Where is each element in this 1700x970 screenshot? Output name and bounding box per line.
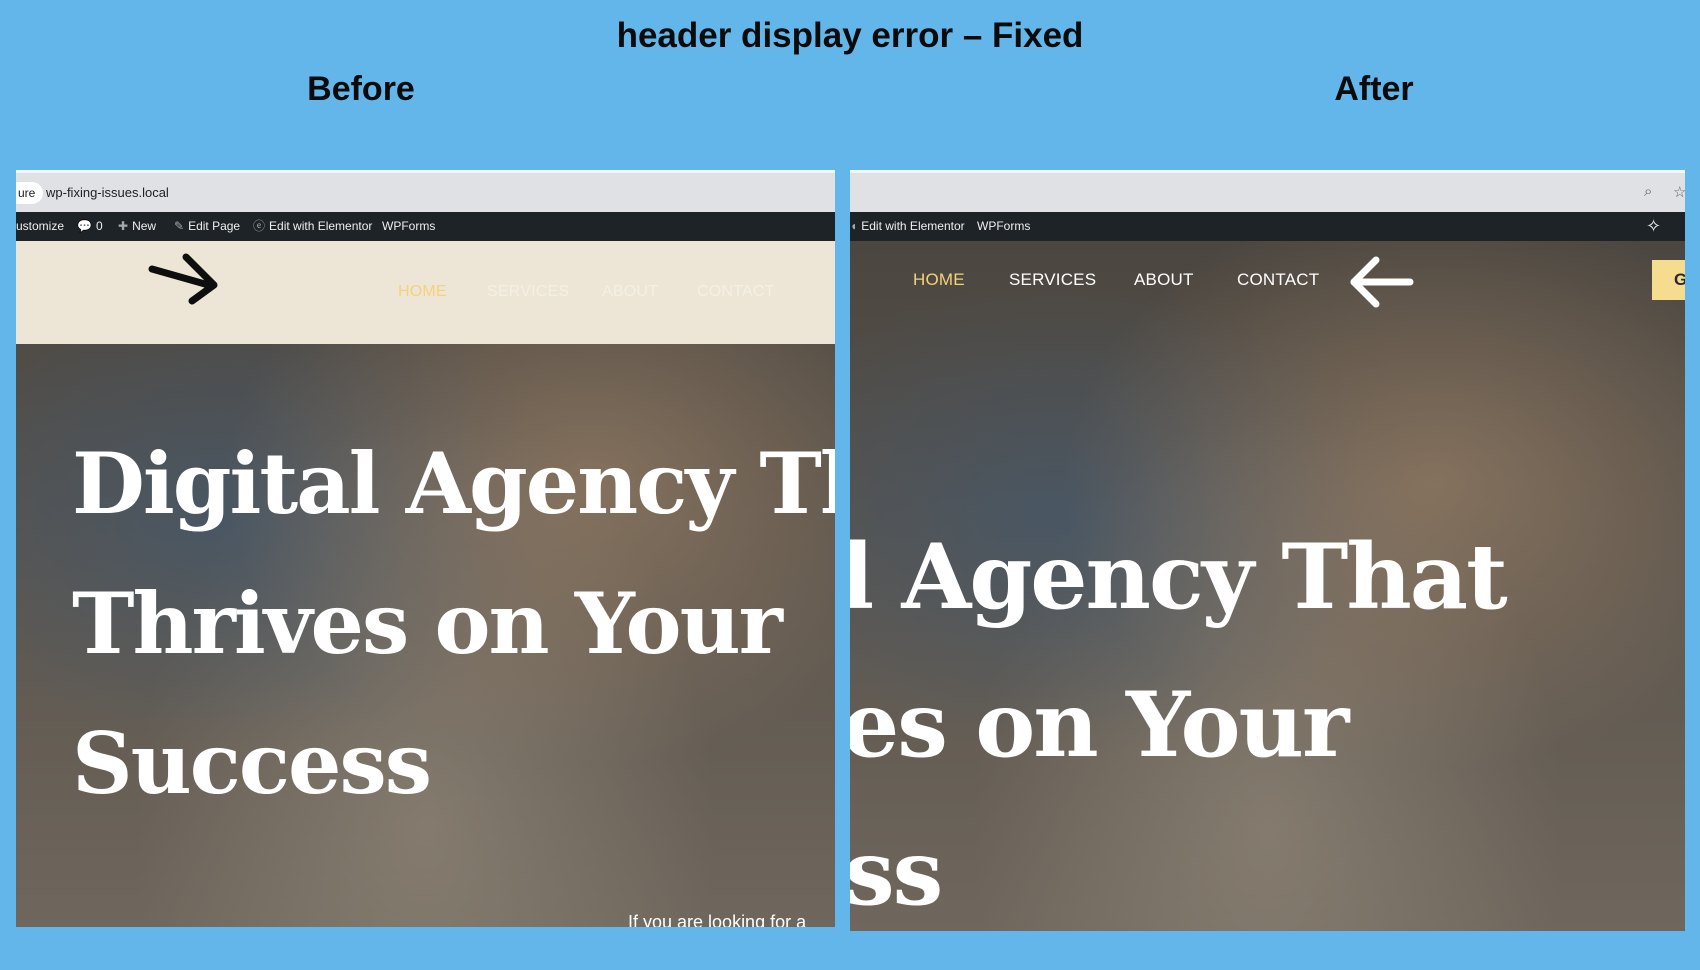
admin-new[interactable]: ✚ New [118, 212, 156, 241]
admin-wpforms[interactable]: WPForms [382, 212, 435, 241]
after-label: After [1334, 70, 1414, 108]
hero-subtext: If you are looking for a [628, 912, 807, 927]
admin-comments[interactable]: 💬 0 [77, 212, 103, 241]
zoom-icon[interactable]: ⌕ [1644, 183, 1652, 200]
hero-headline-line-3: Success [72, 714, 432, 813]
nav-about[interactable]: ABOUT [1134, 270, 1194, 290]
hero-headline-line-1: Digital Agency Th [72, 434, 835, 533]
before-label: Before [307, 70, 415, 108]
nav-about[interactable]: ABOUT [602, 283, 658, 301]
hero-headline-line-2: Thrives on Your [72, 574, 783, 673]
hero-headline-line-1: l Agency That [850, 524, 1508, 630]
nav-home[interactable]: HOME [398, 283, 447, 301]
nav-contact[interactable]: CONTACT [1237, 270, 1319, 290]
elementor-icon: ◖ [850, 219, 858, 233]
bookmark-star-icon[interactable]: ☆ [1673, 183, 1685, 201]
hero-headline-line-2: es on Your [850, 672, 1349, 778]
admin-wpforms[interactable]: WPForms [977, 212, 1030, 241]
nav-services[interactable]: SERVICES [487, 283, 569, 301]
nav-home[interactable]: HOME [913, 270, 965, 290]
admin-customize[interactable]: ustomize [16, 212, 64, 241]
cta-button[interactable]: G [1652, 260, 1685, 300]
before-screenshot: ure wp-fixing-issues.local ustomize 💬 0 ✚… [16, 170, 835, 927]
wp-admin-bar: ustomize 💬 0 ✚ New ✎ Edit Page ⓔ Edit with E… [16, 212, 835, 241]
elementor-icon: ⓔ [253, 219, 266, 233]
wp-admin-bar: ◖ Edit with Elementor WPForms ✧ [850, 212, 1685, 241]
browser-url-bar[interactable]: ure wp-fixing-issues.local [16, 170, 835, 212]
admin-edit-page[interactable]: ✎ Edit Page [174, 212, 240, 241]
sparkle-icon[interactable]: ✧ [1646, 212, 1661, 241]
site-info-chip[interactable]: ure [16, 182, 44, 204]
pencil-icon: ✎ [174, 219, 185, 233]
plus-icon: ✚ [118, 219, 129, 233]
pointer-arrow-icon [1346, 254, 1416, 310]
after-screenshot: ⌕ ☆ ◖ Edit with Elementor WPForms ✧ HOME … [850, 170, 1685, 931]
admin-edit-elementor[interactable]: ◖ Edit with Elementor [850, 212, 965, 241]
url-text[interactable]: wp-fixing-issues.local [46, 182, 169, 204]
nav-services[interactable]: SERVICES [1009, 270, 1096, 290]
nav-contact[interactable]: CONTACT [697, 283, 775, 301]
page-title: header display error – Fixed [616, 16, 1084, 55]
hero-headline-line-3: ss [850, 820, 943, 926]
admin-edit-elementor[interactable]: ⓔ Edit with Elementor [253, 212, 372, 241]
browser-url-bar[interactable]: ⌕ ☆ [850, 170, 1685, 212]
pointer-arrow-icon [146, 251, 224, 306]
comment-icon: 💬 [77, 219, 92, 233]
